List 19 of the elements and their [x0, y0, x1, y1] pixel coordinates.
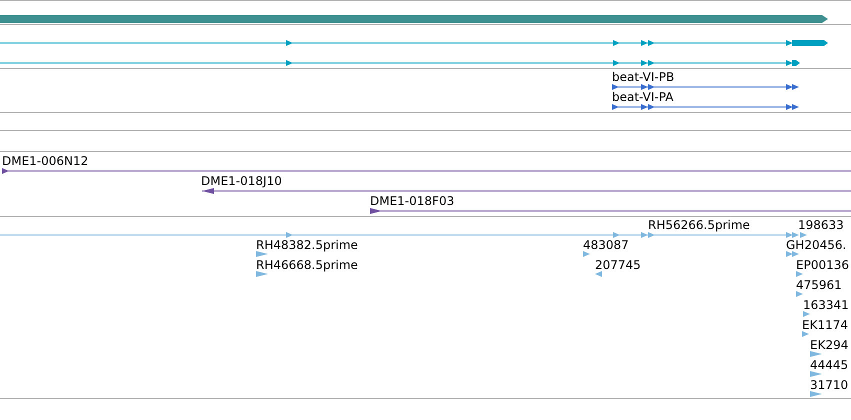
feature-label: GH20456.	[786, 238, 846, 252]
feature-label: beat-VI-PB	[612, 70, 674, 84]
feature-label: 163341	[803, 298, 849, 312]
feature-label: EP00136	[796, 258, 849, 272]
feature-label: 475961	[796, 278, 842, 292]
feature-label: RH48382.5prime	[256, 238, 358, 252]
feature-label: RH46668.5prime	[256, 258, 358, 272]
feature-label: DME1-006N12	[2, 154, 88, 168]
feature-label: beat-VI-PA	[612, 90, 674, 104]
feature-label: 207745	[595, 258, 641, 272]
feature-label: 31710	[810, 378, 848, 392]
feature-label: DME1-018F03	[370, 194, 454, 208]
feature-label: 198633	[798, 218, 844, 232]
feature-label: 44445	[810, 358, 848, 372]
feature-label: 483087	[583, 238, 629, 252]
feature-label: EK294	[810, 338, 848, 352]
feature-label: RH56266.5prime	[648, 218, 750, 232]
feature-label: EK1174	[802, 318, 848, 332]
feature-label: DME1-018J10	[201, 174, 282, 188]
